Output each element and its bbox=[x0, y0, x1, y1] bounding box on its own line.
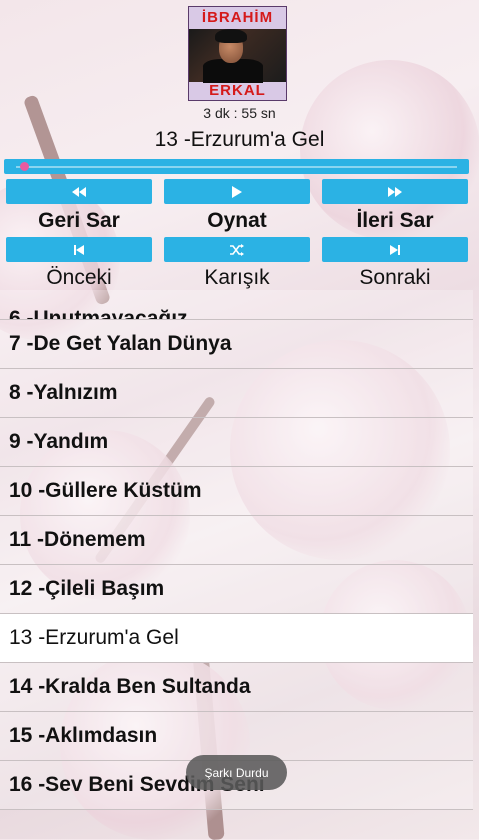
list-item-active[interactable]: 13 -Erzurum'a Gel bbox=[0, 614, 473, 663]
fast-forward-button[interactable] bbox=[322, 179, 468, 204]
play-button[interactable] bbox=[164, 179, 310, 204]
artist-name-top: İBRAHİM bbox=[201, 9, 274, 26]
list-item[interactable]: 6 -Unutmayacağız bbox=[0, 290, 473, 320]
list-item-label: 6 -Unutmayacağız bbox=[9, 307, 188, 320]
shuffle-label: Karışık bbox=[204, 266, 270, 289]
rewind-label: Geri Sar bbox=[38, 209, 120, 232]
previous-button[interactable] bbox=[6, 237, 152, 262]
fast-forward-label: İleri Sar bbox=[356, 209, 434, 232]
rewind-button[interactable] bbox=[6, 179, 152, 204]
next-label: Sonraki bbox=[359, 266, 431, 289]
list-item[interactable]: 7 -De Get Yalan Dünya bbox=[0, 320, 473, 369]
list-item[interactable]: 14 -Kralda Ben Sultanda bbox=[0, 663, 473, 712]
artist-name-bottom: ERKAL bbox=[209, 82, 266, 99]
list-item-label: 8 -Yalnızım bbox=[9, 381, 118, 404]
next-button[interactable] bbox=[322, 237, 468, 262]
list-item[interactable]: 15 -Aklımdasın bbox=[0, 712, 473, 761]
list-item[interactable]: 9 -Yandım bbox=[0, 418, 473, 467]
skip-previous-icon bbox=[74, 244, 84, 255]
list-item[interactable]: 10 -Güllere Küstüm bbox=[0, 467, 473, 516]
list-item-label: 14 -Kralda Ben Sultanda bbox=[9, 675, 251, 698]
list-item[interactable]: 11 -Dönemem bbox=[0, 516, 473, 565]
seek-bar[interactable] bbox=[4, 159, 469, 174]
play-icon bbox=[232, 185, 242, 198]
list-item-label: 12 -Çileli Başım bbox=[9, 577, 165, 600]
seek-thumb[interactable] bbox=[20, 162, 30, 171]
toast-message: Şarkı Durdu bbox=[186, 755, 287, 790]
list-item-label: 11 -Dönemem bbox=[9, 528, 146, 551]
shuffle-icon bbox=[230, 243, 244, 256]
shuffle-button[interactable] bbox=[164, 237, 310, 262]
list-item-label: 9 -Yandım bbox=[9, 430, 109, 453]
fast-forward-icon bbox=[388, 186, 402, 197]
list-item[interactable]: 8 -Yalnızım bbox=[0, 369, 473, 418]
player-header: İBRAHİM ERKAL 3 dk : 55 sn 13 -Erzurum'a… bbox=[0, 0, 479, 300]
list-item-label: 7 -De Get Yalan Dünya bbox=[9, 332, 232, 355]
play-label: Oynat bbox=[207, 209, 267, 232]
list-item-label: 15 -Aklımdasın bbox=[9, 724, 158, 747]
list-item-label: 10 -Güllere Küstüm bbox=[9, 479, 202, 502]
previous-label: Önceki bbox=[46, 266, 112, 289]
rewind-icon bbox=[72, 186, 86, 197]
list-item-label: 13 -Erzurum'a Gel bbox=[9, 626, 179, 649]
artist-photo bbox=[189, 29, 286, 83]
playlist: 6 -Unutmayacağız 7 -De Get Yalan Dünya 8… bbox=[0, 290, 473, 810]
now-playing-title: 13 -Erzurum'a Gel bbox=[154, 128, 325, 151]
seek-track bbox=[16, 166, 457, 168]
skip-next-icon bbox=[390, 244, 400, 255]
list-item[interactable]: 12 -Çileli Başım bbox=[0, 565, 473, 614]
album-art: İBRAHİM ERKAL bbox=[188, 6, 287, 101]
track-duration: 3 dk : 55 sn bbox=[203, 105, 276, 121]
